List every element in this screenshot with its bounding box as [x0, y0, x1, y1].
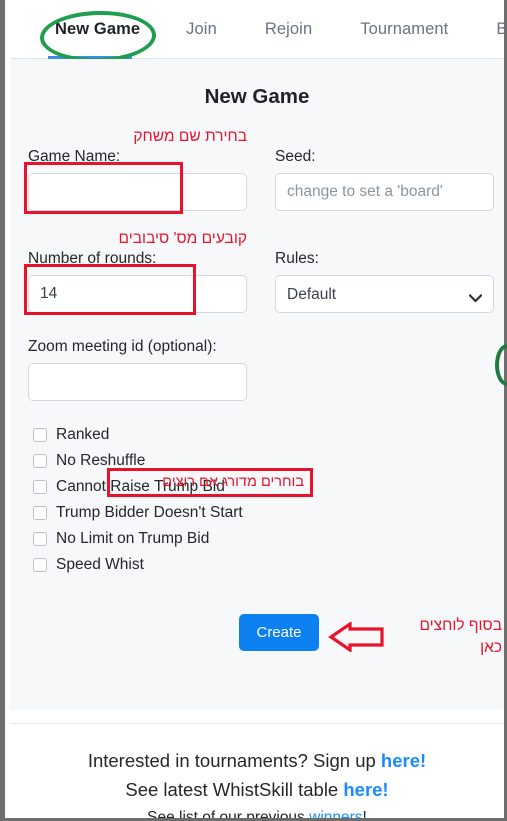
game-name-annotation-text: בחירת שם משחק: [133, 128, 247, 145]
checkbox-trump-bidder-doesnt-start-label: Trump Bidder Doesn't Start: [56, 503, 243, 521]
new-game-form: New Game בחירת שם משחק Game Name: . Seed…: [10, 59, 504, 710]
create-annotation-line2: כאן: [480, 639, 502, 656]
zoom-meeting-id-label: Zoom meeting id (optional):: [28, 338, 217, 355]
footer-whistskill-link[interactable]: here!: [343, 779, 388, 800]
seed-input[interactable]: [275, 173, 494, 211]
checkbox-no-limit-on-trump-bid[interactable]: [33, 531, 47, 546]
seed-label: Seed:: [275, 148, 316, 165]
page-title: New Game: [204, 85, 310, 108]
checkbox-no-limit-on-trump-bid-label: No Limit on Trump Bid: [56, 529, 210, 547]
footer-line-winners: See list of our previous winners!: [20, 804, 494, 818]
footer-line1-text: Interested in tournaments? Sign up: [87, 750, 381, 771]
checkbox-no-reshuffle-label: No Reshuffle: [56, 451, 146, 469]
page-root: New Game Join Rejoin Tournament Bot: [10, 0, 504, 818]
zoom-meeting-id-input[interactable]: [28, 363, 247, 401]
field-rules: . Rules: Default: [275, 229, 494, 313]
footer-line-tournaments: Interested in tournaments? Sign up here!: [20, 746, 494, 775]
tab-rejoin-label: Rejoin: [264, 19, 313, 38]
number-of-rounds-input[interactable]: [28, 275, 247, 313]
checkbox-cannot-raise-trump-bid-label: Cannot Raise Trump Bid: [56, 477, 225, 495]
footer-line2-text: See latest WhistSkill table: [125, 779, 344, 800]
footer-line3-suffix: !: [362, 809, 367, 818]
checkbox-cannot-raise-trump-bid[interactable]: [33, 479, 47, 494]
checkbox-ranked[interactable]: [33, 427, 47, 442]
field-number-of-rounds: קובעים מס' סיבובים Number of rounds:: [28, 229, 247, 313]
rules-select[interactable]: Default: [275, 275, 494, 313]
footer-line3-text: See list of our previous: [147, 809, 310, 818]
checkbox-trump-bidder-doesnt-start[interactable]: [33, 505, 47, 520]
checkbox-row-no-reshuffle[interactable]: No Reshuffle: [28, 449, 486, 472]
game-name-label: Game Name:: [28, 148, 121, 165]
game-name-input[interactable]: [28, 173, 247, 211]
form-row-rounds-rules: קובעים מס' סיבובים Number of rounds: . R…: [28, 229, 494, 313]
checkbox-speed-whist[interactable]: [33, 557, 47, 572]
checkbox-row-trump-bidder-doesnt-start[interactable]: Trump Bidder Doesn't Start: [28, 501, 486, 524]
footer-line-whistskill: See latest WhistSkill table here!: [20, 775, 494, 804]
tab-new-game-label: New Game: [55, 19, 141, 38]
checkbox-row-no-limit-on-trump-bid[interactable]: No Limit on Trump Bid: [28, 527, 486, 550]
create-annotation-line1: בסוף לוחצים: [419, 617, 502, 634]
create-row: Create בסוף לוחצים כאן: [28, 614, 502, 674]
tab-rejoin[interactable]: Rejoin: [241, 20, 336, 39]
browser-window: New Game Join Rejoin Tournament Bot: [0, 0, 507, 821]
options-checkbox-group: Ranked No Reshuffle Cannot Raise Trump B…: [28, 423, 486, 576]
form-row-name-seed: בחירת שם משחק Game Name: . Seed:: [28, 127, 494, 211]
tab-bot-label: Bot: [496, 19, 504, 38]
create-annotation-text: בסוף לוחצים כאן: [384, 615, 502, 659]
red-arrow-annotation-icon: [328, 620, 384, 657]
footer-spacer: [10, 710, 504, 723]
footer-signup-link[interactable]: here!: [381, 750, 426, 771]
tab-tournament-label: Tournament: [360, 19, 449, 38]
tab-bot[interactable]: Bot: [472, 20, 504, 39]
checkbox-row-cannot-raise-trump-bid[interactable]: Cannot Raise Trump Bid: [28, 475, 486, 498]
checkbox-ranked-label: Ranked: [56, 425, 110, 443]
rounds-annotation-text: קובעים מס' סיבובים: [118, 230, 247, 247]
number-of-rounds-label: Number of rounds:: [28, 250, 157, 267]
footer-winners-link[interactable]: winners: [309, 809, 362, 818]
checkbox-row-speed-whist[interactable]: Speed Whist: [28, 553, 486, 576]
tab-join[interactable]: Join: [162, 20, 241, 39]
checkbox-no-reshuffle[interactable]: [33, 453, 47, 468]
checkbox-row-ranked[interactable]: Ranked: [28, 423, 486, 446]
rules-label: Rules:: [275, 250, 319, 267]
field-zoom-meeting-id: Zoom meeting id (optional):: [28, 337, 247, 401]
field-game-name: בחירת שם משחק Game Name:: [28, 127, 247, 211]
create-button[interactable]: Create: [239, 614, 319, 651]
field-seed: . Seed:: [275, 127, 494, 211]
tab-bar: New Game Join Rejoin Tournament Bot: [10, 0, 504, 64]
footer: Interested in tournaments? Sign up here!…: [10, 723, 504, 818]
checkbox-speed-whist-label: Speed Whist: [56, 555, 144, 573]
tab-new-game[interactable]: New Game: [45, 20, 162, 39]
tab-tournament[interactable]: Tournament: [336, 20, 472, 39]
tab-join-label: Join: [186, 19, 217, 38]
